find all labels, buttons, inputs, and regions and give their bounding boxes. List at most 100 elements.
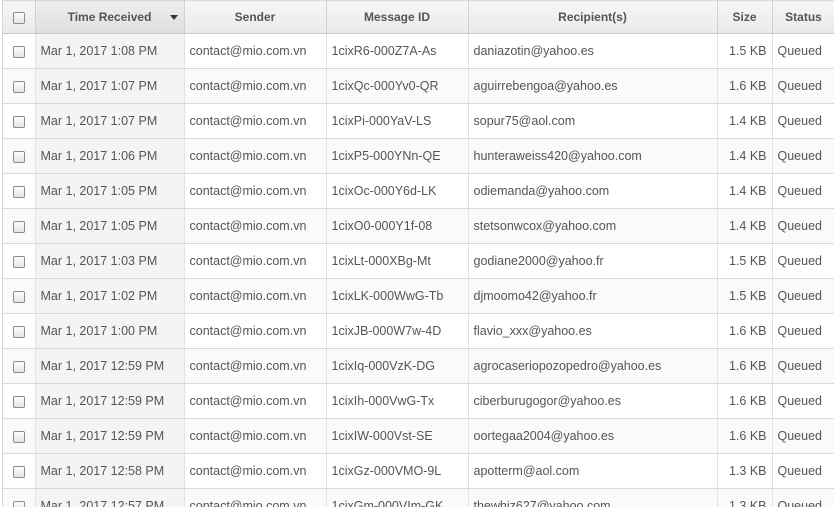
cell-time-received: Mar 1, 2017 1:00 PM: [35, 313, 185, 349]
column-header-label: Sender: [234, 10, 276, 24]
row-checkbox[interactable]: [12, 465, 25, 478]
column-header-recipients[interactable]: Recipient(s): [468, 0, 718, 34]
table-row[interactable]: Mar 1, 2017 12:57 PM contact@mio.com.vn 1c…: [3, 488, 834, 507]
cell-message-id: 1cixLt-000XBg-Mt: [326, 243, 469, 279]
cell-size: 1.6 KB: [717, 383, 773, 419]
cell-size: 1.3 KB: [717, 453, 773, 489]
row-checkbox[interactable]: [12, 360, 25, 373]
row-checkbox-cell[interactable]: [3, 313, 36, 349]
cell-size: 1.5 KB: [717, 243, 773, 279]
cell-time-received: Mar 1, 2017 1:03 PM: [35, 243, 185, 279]
cell-status: Queued: [772, 173, 834, 209]
cell-time-received: Mar 1, 2017 1:02 PM: [35, 278, 185, 314]
column-header-sender[interactable]: Sender: [184, 0, 327, 34]
cell-size: 1.4 KB: [717, 173, 773, 209]
cell-status: Queued: [772, 418, 834, 454]
row-checkbox-cell[interactable]: [3, 33, 36, 69]
cell-time-received: Mar 1, 2017 1:05 PM: [35, 173, 185, 209]
cell-size: 1.6 KB: [717, 418, 773, 454]
row-checkbox-cell[interactable]: [3, 103, 36, 139]
cell-status: Queued: [772, 348, 834, 384]
cell-time-received: Mar 1, 2017 12:57 PM: [35, 488, 185, 507]
table-row[interactable]: Mar 1, 2017 1:02 PM contact@mio.com.vn 1ci…: [3, 278, 834, 314]
column-header-label: Recipient(s): [558, 10, 627, 24]
cell-sender: contact@mio.com.vn: [184, 313, 327, 349]
row-checkbox[interactable]: [12, 80, 25, 93]
row-checkbox[interactable]: [12, 115, 25, 128]
row-checkbox[interactable]: [12, 290, 25, 303]
row-checkbox-cell[interactable]: [3, 348, 36, 384]
table-row[interactable]: Mar 1, 2017 12:59 PM contact@mio.com.vn 1c…: [3, 348, 834, 384]
cell-message-id: 1cixPi-000YaV-LS: [326, 103, 469, 139]
cell-size: 1.3 KB: [717, 488, 773, 507]
row-checkbox[interactable]: [12, 185, 25, 198]
cell-message-id: 1cixR6-000Z7A-As: [326, 33, 469, 69]
table-row[interactable]: Mar 1, 2017 1:07 PM contact@mio.com.vn 1ci…: [3, 68, 834, 104]
row-checkbox-cell[interactable]: [3, 243, 36, 279]
table-row[interactable]: Mar 1, 2017 1:05 PM contact@mio.com.vn 1ci…: [3, 208, 834, 244]
cell-time-received: Mar 1, 2017 1:05 PM: [35, 208, 185, 244]
cell-status: Queued: [772, 103, 834, 139]
cell-recipients: agrocaseriopozopedro@yahoo.es: [468, 348, 718, 384]
row-checkbox[interactable]: [12, 395, 25, 408]
cell-message-id: 1cixO0-000Y1f-08: [326, 208, 469, 244]
cell-size: 1.4 KB: [717, 138, 773, 174]
cell-message-id: 1cixJB-000W7w-4D: [326, 313, 469, 349]
table-row[interactable]: Mar 1, 2017 12:59 PM contact@mio.com.vn 1c…: [3, 383, 834, 419]
row-checkbox[interactable]: [12, 500, 25, 507]
cell-time-received: Mar 1, 2017 1:08 PM: [35, 33, 185, 69]
column-header-size[interactable]: Size: [717, 0, 773, 34]
table-row[interactable]: Mar 1, 2017 1:08 PM contact@mio.com.vn 1ci…: [3, 33, 834, 69]
sort-descending-icon: [169, 15, 178, 20]
row-checkbox-cell[interactable]: [3, 488, 36, 507]
cell-sender: contact@mio.com.vn: [184, 208, 327, 244]
cell-sender: contact@mio.com.vn: [184, 488, 327, 507]
cell-status: Queued: [772, 208, 834, 244]
row-checkbox[interactable]: [12, 220, 25, 233]
cell-status: Queued: [772, 453, 834, 489]
cell-size: 1.5 KB: [717, 278, 773, 314]
cell-size: 1.4 KB: [717, 103, 773, 139]
select-all-checkbox-cell[interactable]: [3, 0, 36, 34]
row-checkbox-cell[interactable]: [3, 278, 36, 314]
cell-recipients: oortegaa2004@yahoo.es: [468, 418, 718, 454]
cell-message-id: 1cixQc-000Yv0-QR: [326, 68, 469, 104]
cell-size: 1.6 KB: [717, 68, 773, 104]
row-checkbox-cell[interactable]: [3, 453, 36, 489]
mail-queue-table: Time Received Sender Message ID Recipien…: [3, 0, 834, 507]
table-row[interactable]: Mar 1, 2017 1:00 PM contact@mio.com.vn 1ci…: [3, 313, 834, 349]
cell-time-received: Mar 1, 2017 12:59 PM: [35, 348, 185, 384]
cell-sender: contact@mio.com.vn: [184, 173, 327, 209]
table-row[interactable]: Mar 1, 2017 1:03 PM contact@mio.com.vn 1ci…: [3, 243, 834, 279]
cell-sender: contact@mio.com.vn: [184, 103, 327, 139]
row-checkbox-cell[interactable]: [3, 418, 36, 454]
table-row[interactable]: Mar 1, 2017 12:59 PM contact@mio.com.vn 1c…: [3, 418, 834, 454]
row-checkbox[interactable]: [12, 255, 25, 268]
column-header-message-id[interactable]: Message ID: [326, 0, 469, 34]
cell-sender: contact@mio.com.vn: [184, 138, 327, 174]
table-row[interactable]: Mar 1, 2017 1:06 PM contact@mio.com.vn 1ci…: [3, 138, 834, 174]
row-checkbox[interactable]: [12, 430, 25, 443]
table-row[interactable]: Mar 1, 2017 12:58 PM contact@mio.com.vn 1c…: [3, 453, 834, 489]
row-checkbox-cell[interactable]: [3, 383, 36, 419]
cell-sender: contact@mio.com.vn: [184, 453, 327, 489]
column-header-label: Size: [732, 10, 757, 24]
table-row[interactable]: Mar 1, 2017 1:07 PM contact@mio.com.vn 1ci…: [3, 103, 834, 139]
column-header-status[interactable]: Status: [772, 0, 834, 34]
column-header-time-received[interactable]: Time Received: [35, 0, 185, 34]
row-checkbox-cell[interactable]: [3, 138, 36, 174]
cell-message-id: 1cixGz-000VMO-9L: [326, 453, 469, 489]
cell-time-received: Mar 1, 2017 12:58 PM: [35, 453, 185, 489]
cell-size: 1.4 KB: [717, 208, 773, 244]
row-checkbox-cell[interactable]: [3, 173, 36, 209]
row-checkbox-cell[interactable]: [3, 208, 36, 244]
table-body: Mar 1, 2017 1:08 PM contact@mio.com.vn 1ci…: [3, 33, 834, 507]
table-row[interactable]: Mar 1, 2017 1:05 PM contact@mio.com.vn 1ci…: [3, 173, 834, 209]
select-all-checkbox[interactable]: [12, 11, 25, 24]
column-header-label: Status: [785, 10, 822, 24]
header-row: Time Received Sender Message ID Recipien…: [3, 0, 834, 34]
row-checkbox-cell[interactable]: [3, 68, 36, 104]
row-checkbox[interactable]: [12, 45, 25, 58]
row-checkbox[interactable]: [12, 325, 25, 338]
row-checkbox[interactable]: [12, 150, 25, 163]
